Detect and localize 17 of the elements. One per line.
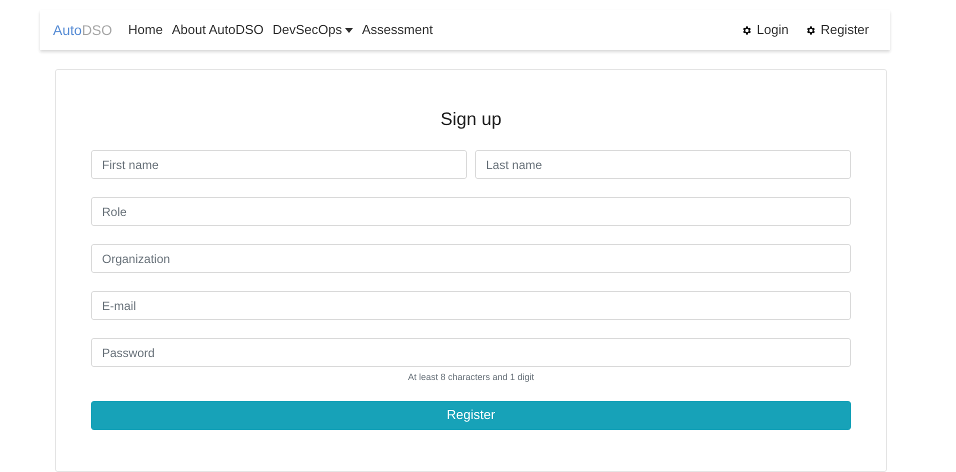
input-field[interactable]: Last name xyxy=(475,150,851,179)
password-hint: At least 8 characters and 1 digit xyxy=(406,371,536,384)
input-field[interactable]: Password xyxy=(91,338,851,367)
nav-dropdown[interactable]: DevSecOps xyxy=(272,20,353,40)
gear-icon xyxy=(740,24,752,36)
nav-link[interactable]: Assessment xyxy=(362,20,433,40)
nav-link[interactable]: Home xyxy=(128,20,163,40)
form-title: Sign up xyxy=(439,108,503,131)
gear-icon xyxy=(804,24,816,36)
input-field[interactable]: First name xyxy=(91,150,467,179)
nav-link[interactable]: Login xyxy=(740,20,789,40)
nav-link[interactable]: Register xyxy=(804,20,869,40)
input-field[interactable]: Role xyxy=(91,197,851,226)
input-field[interactable]: Organization xyxy=(91,244,851,273)
caret-icon xyxy=(345,28,353,32)
input-field[interactable]: E-mail xyxy=(91,291,851,320)
nav-link[interactable]: About AutoDSO xyxy=(172,20,264,40)
